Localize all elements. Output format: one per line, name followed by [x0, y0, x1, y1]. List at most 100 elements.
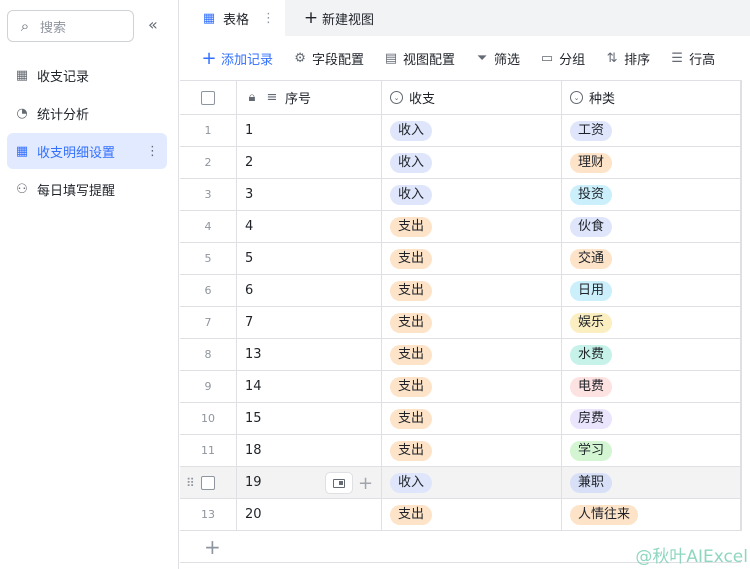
sort-button[interactable]: ⇅ 排序 [605, 49, 650, 68]
add-record-button[interactable]: + 添加记录 [201, 48, 274, 69]
category-tag[interactable]: 日用 [570, 280, 613, 301]
type-tag[interactable]: 收入 [390, 472, 433, 493]
tab-table[interactable]: ▦ 表格 ⋮ [180, 0, 285, 36]
seq-cell[interactable]: 7 [245, 315, 253, 330]
category-tag[interactable]: 娱乐 [570, 312, 613, 333]
category-tag[interactable]: 伙食 [570, 216, 613, 237]
search-input[interactable]: ⌕ 搜索 [7, 10, 134, 42]
seq-cell[interactable]: 14 [245, 379, 262, 394]
more-icon[interactable]: ⋮ [262, 11, 275, 26]
column-header-category[interactable]: ⌄ 种类 [562, 81, 741, 114]
type-tag[interactable]: 支出 [390, 504, 433, 525]
column-header-type[interactable]: ⌄ 收支 [382, 81, 562, 114]
seq-cell[interactable]: 2 [245, 155, 253, 170]
seq-cell[interactable]: 6 [245, 283, 253, 298]
seq-cell[interactable]: 5 [245, 251, 253, 266]
view-config-label: 视图配置 [403, 52, 456, 68]
select-all-checkbox[interactable] [201, 90, 215, 105]
table-icon: ▦ [15, 67, 29, 83]
type-tag[interactable]: 支出 [390, 216, 433, 237]
table-icon: ▦ [202, 10, 216, 26]
more-icon[interactable]: ⋮ [146, 144, 159, 159]
column-header-seq[interactable]: 🔒︎ ≡ 序号 [237, 81, 382, 114]
seq-cell[interactable]: 20 [245, 507, 262, 522]
sidebar-item-label: 统计分析 [37, 107, 90, 123]
table-row[interactable]: 7 7 支出 娱乐 [180, 307, 742, 339]
table-row[interactable]: 11 18 支出 学习 [180, 435, 742, 467]
table-row[interactable]: 13 20 支出 人情往来 [180, 499, 742, 531]
sidebar: ⌕ 搜索 « ▦ 收支记录 ◔ 统计分析 ▦ 收支明细设置 ⋮ ⚇ 每日填写提醒 [0, 0, 179, 569]
sidebar-item-label: 每日填写提醒 [37, 183, 116, 199]
field-config-button[interactable]: ⚙ 字段配置 [293, 49, 364, 68]
filter-button[interactable]: ⏷ 筛选 [475, 49, 520, 68]
expand-record-button[interactable] [325, 472, 353, 494]
category-tag[interactable]: 人情往来 [570, 504, 639, 525]
type-tag[interactable]: 支出 [390, 376, 433, 397]
table-row[interactable]: ⠿ 19 + 收入 兼职 [180, 467, 742, 499]
category-tag[interactable]: 交通 [570, 248, 613, 269]
type-tag[interactable]: 支出 [390, 280, 433, 301]
sidebar-item[interactable]: ◔ 统计分析 [7, 95, 167, 131]
sidebar-item[interactable]: ▦ 收支记录 [7, 57, 167, 93]
seq-cell[interactable]: 18 [245, 443, 262, 458]
row-height-label: 行高 [689, 52, 716, 68]
type-tag[interactable]: 收入 [390, 184, 433, 205]
seq-cell[interactable]: 4 [245, 219, 253, 234]
insert-row-icon[interactable]: + [358, 473, 373, 494]
table-row[interactable]: 10 15 支出 房费 [180, 403, 742, 435]
seq-cell[interactable]: 1 [245, 123, 253, 138]
row-number: 8 [204, 348, 212, 361]
category-tag[interactable]: 投资 [570, 184, 613, 205]
seq-cell[interactable]: 13 [245, 347, 262, 362]
table-row[interactable]: 6 6 支出 日用 [180, 275, 742, 307]
sidebar-item[interactable]: ⚇ 每日填写提醒 [7, 171, 167, 207]
seq-cell[interactable]: 15 [245, 411, 262, 426]
type-tag[interactable]: 支出 [390, 312, 433, 333]
sidebar-item-label: 收支明细设置 [37, 145, 116, 161]
type-tag[interactable]: 支出 [390, 440, 433, 461]
header-label: 序号 [285, 92, 312, 107]
dashboard-icon: ◔ [16, 105, 28, 121]
seq-cell[interactable]: 19 [245, 475, 262, 490]
collapse-sidebar-icon[interactable]: « [148, 15, 158, 34]
category-tag[interactable]: 兼职 [570, 472, 613, 493]
view-config-button[interactable]: ▤ 视图配置 [384, 49, 455, 68]
seq-cell[interactable]: 3 [245, 187, 253, 202]
view-tabs: ▦ 表格 ⋮ + 新建视图 [180, 0, 750, 36]
category-tag[interactable]: 电费 [570, 376, 613, 397]
type-tag[interactable]: 支出 [390, 408, 433, 429]
type-tag[interactable]: 收入 [390, 120, 433, 141]
single-select-icon: ⌄ [390, 91, 403, 104]
row-height-button[interactable]: ☰ 行高 [670, 49, 715, 68]
category-tag[interactable]: 理财 [570, 152, 613, 173]
category-tag[interactable]: 房费 [570, 408, 613, 429]
row-number: 3 [204, 188, 212, 201]
drag-handle-icon[interactable]: ⠿ [186, 476, 195, 490]
sort-label: 排序 [624, 52, 651, 68]
group-button[interactable]: ▭ 分组 [540, 49, 585, 68]
table-row[interactable]: 3 3 收入 投资 [180, 179, 742, 211]
table-row[interactable]: 2 2 收入 理财 [180, 147, 742, 179]
row-number: 6 [204, 284, 212, 297]
new-view-button[interactable]: + 新建视图 [304, 0, 374, 36]
table-row[interactable]: 1 1 收入 工资 [180, 115, 742, 147]
row-number: 4 [204, 220, 212, 233]
add-record-label: 添加记录 [221, 52, 274, 68]
table-row[interactable]: 4 4 支出 伙食 [180, 211, 742, 243]
table-row[interactable]: 8 13 支出 水费 [180, 339, 742, 371]
row-checkbox[interactable] [201, 475, 215, 490]
type-tag[interactable]: 支出 [390, 248, 433, 269]
table-row[interactable]: 5 5 支出 交通 [180, 243, 742, 275]
filter-label: 筛选 [494, 52, 521, 68]
type-tag[interactable]: 支出 [390, 344, 433, 365]
category-tag[interactable]: 工资 [570, 120, 613, 141]
workflow-icon: ⚇ [16, 181, 28, 197]
category-tag[interactable]: 学习 [570, 440, 613, 461]
category-tag[interactable]: 水费 [570, 344, 613, 365]
type-tag[interactable]: 收入 [390, 152, 433, 173]
table-row[interactable]: 9 14 支出 电费 [180, 371, 742, 403]
sidebar-item-label: 收支记录 [37, 69, 90, 85]
row-number: 1 [204, 124, 212, 137]
plus-icon: + [303, 8, 319, 28]
sidebar-item[interactable]: ▦ 收支明细设置 ⋮ [7, 133, 167, 169]
